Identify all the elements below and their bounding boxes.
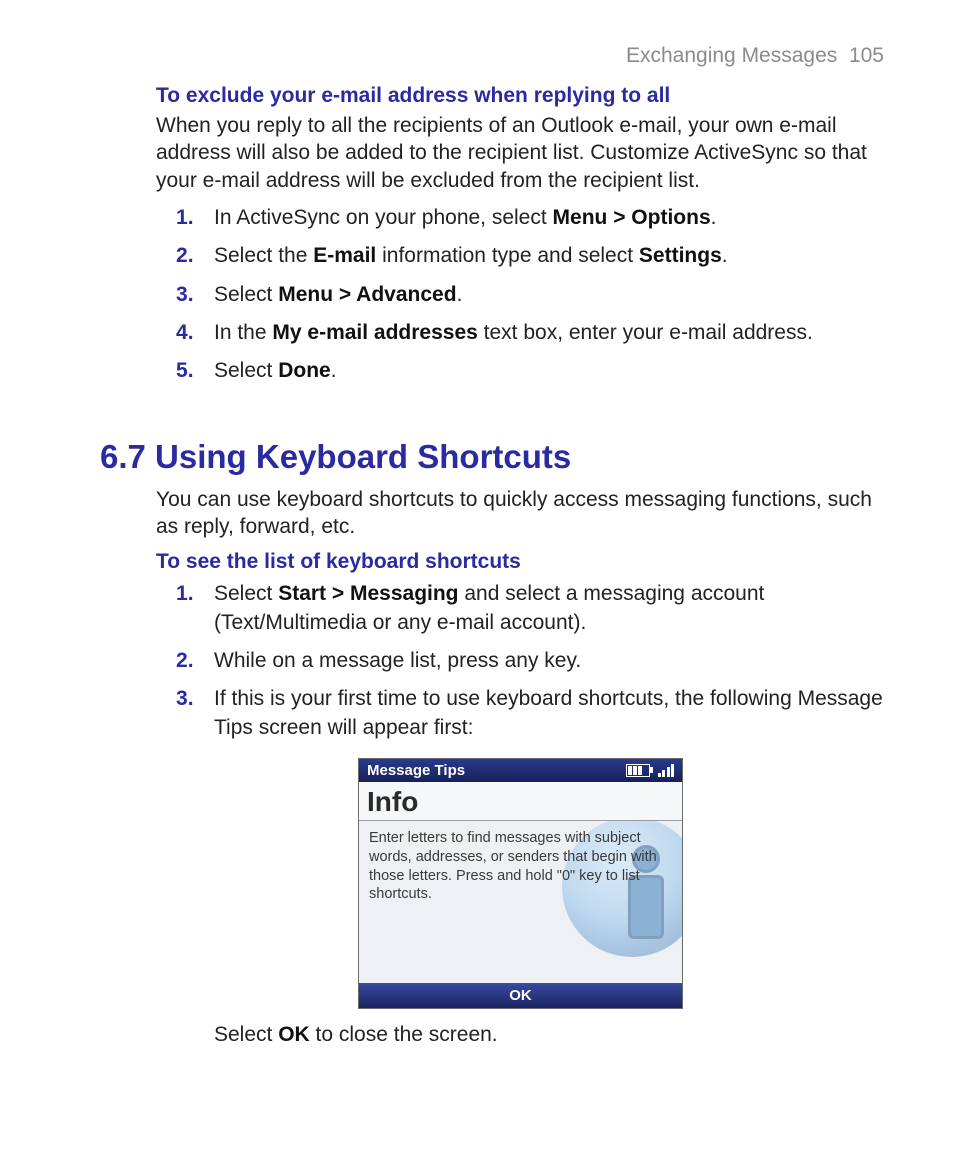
steps-exclude: In ActiveSync on your phone, select Menu… (156, 204, 884, 386)
paragraph-exclude: When you reply to all the recipients of … (156, 112, 884, 194)
phone-title: Message Tips (367, 762, 465, 779)
subheading-shortcut-list: To see the list of keyboard shortcuts (156, 550, 884, 574)
steps-shortcuts: Select Start > Messaging and select a me… (156, 580, 884, 742)
document-page: Exchanging Messages 105 To exclude your … (0, 0, 954, 1173)
phone-screenshot: Message Tips Info Enter letters to find … (358, 758, 681, 1009)
list-item: If this is your first time to use keyboa… (156, 685, 884, 742)
phone-frame: Message Tips Info Enter letters to find … (358, 758, 683, 1009)
subheading-exclude: To exclude your e-mail address when repl… (156, 84, 884, 108)
phone-softkey-ok: OK (359, 983, 682, 1008)
phone-titlebar: Message Tips (359, 759, 682, 782)
paragraph-67-intro: You can use keyboard shortcuts to quickl… (156, 486, 884, 541)
running-header: Exchanging Messages 105 (100, 44, 884, 68)
list-item: In ActiveSync on your phone, select Menu… (156, 204, 884, 232)
page-number: 105 (849, 44, 884, 67)
list-item: Select the E-mail information type and s… (156, 242, 884, 270)
phone-message-text: Enter letters to find messages with subj… (369, 829, 672, 904)
paragraph-after-figure: Select OK to close the screen. (214, 1023, 884, 1047)
list-item: In the My e-mail addresses text box, ent… (156, 319, 884, 347)
battery-icon (626, 764, 650, 777)
phone-body: Enter letters to find messages with subj… (359, 821, 682, 983)
phone-info-heading: Info (359, 782, 682, 821)
section-heading-67: 6.7 Using Keyboard Shortcuts (100, 438, 884, 476)
list-item: Select Start > Messaging and select a me… (156, 580, 884, 637)
chapter-name: Exchanging Messages (626, 44, 837, 67)
list-item: Select Done. (156, 357, 884, 385)
list-item: While on a message list, press any key. (156, 647, 884, 675)
status-icons (626, 763, 675, 777)
list-item: Select Menu > Advanced. (156, 281, 884, 309)
signal-icon (658, 763, 675, 777)
